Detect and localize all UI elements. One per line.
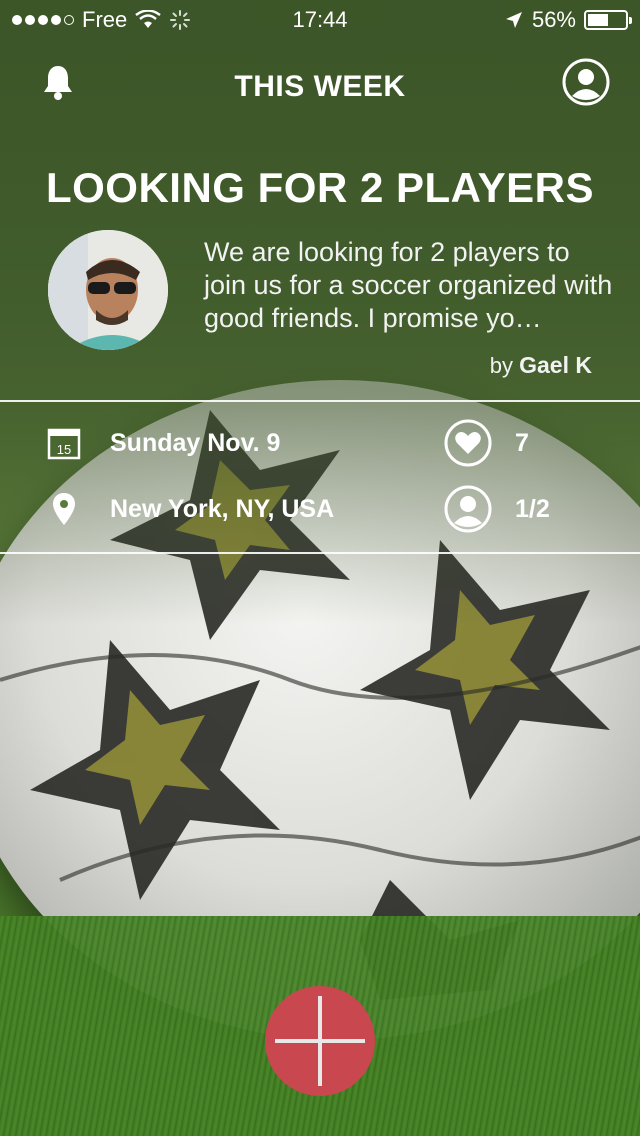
battery-icon (584, 10, 632, 30)
page-title: THIS WEEK (234, 70, 406, 103)
profile-icon[interactable] (562, 58, 610, 106)
calendar-day: 15 (57, 442, 71, 457)
activity-spinner-icon (170, 10, 191, 30)
map-pin-icon (53, 493, 75, 525)
by-label: by (489, 353, 513, 378)
author-avatar[interactable] (48, 230, 168, 350)
player-icon[interactable] (444, 485, 492, 533)
status-bar: Free 17:44 56% (0, 0, 640, 40)
divider-top (0, 400, 640, 402)
author-name: Gael K (519, 352, 592, 378)
carrier-name: Free (82, 7, 128, 32)
date-row: 15 Sunday Nov. 9 7 (0, 418, 640, 468)
location-row: New York, NY, USA 1/2 (0, 484, 640, 534)
players-count: 1/2 (515, 494, 550, 523)
battery-percent: 56% (531, 7, 576, 32)
bell-icon[interactable] (38, 62, 78, 102)
likes-count: 7 (515, 428, 529, 457)
add-event-button[interactable] (265, 986, 375, 1096)
wifi-icon (135, 10, 161, 28)
post-author[interactable]: by Gael K (490, 352, 592, 379)
event-date: Sunday Nov. 9 (110, 428, 281, 457)
location-arrow-icon (505, 12, 522, 28)
signal-strength-icon (12, 15, 74, 25)
navigation-bar: THIS WEEK (0, 56, 640, 118)
event-location: New York, NY, USA (110, 494, 335, 523)
heart-icon[interactable] (444, 419, 492, 467)
divider-bottom (0, 552, 640, 554)
post-description: We are looking for 2 players to join us … (204, 237, 613, 333)
post-headline: LOOKING FOR 2 PLAYERS (45, 164, 595, 211)
plus-icon (275, 996, 365, 1086)
calendar-icon: 15 (47, 428, 81, 460)
